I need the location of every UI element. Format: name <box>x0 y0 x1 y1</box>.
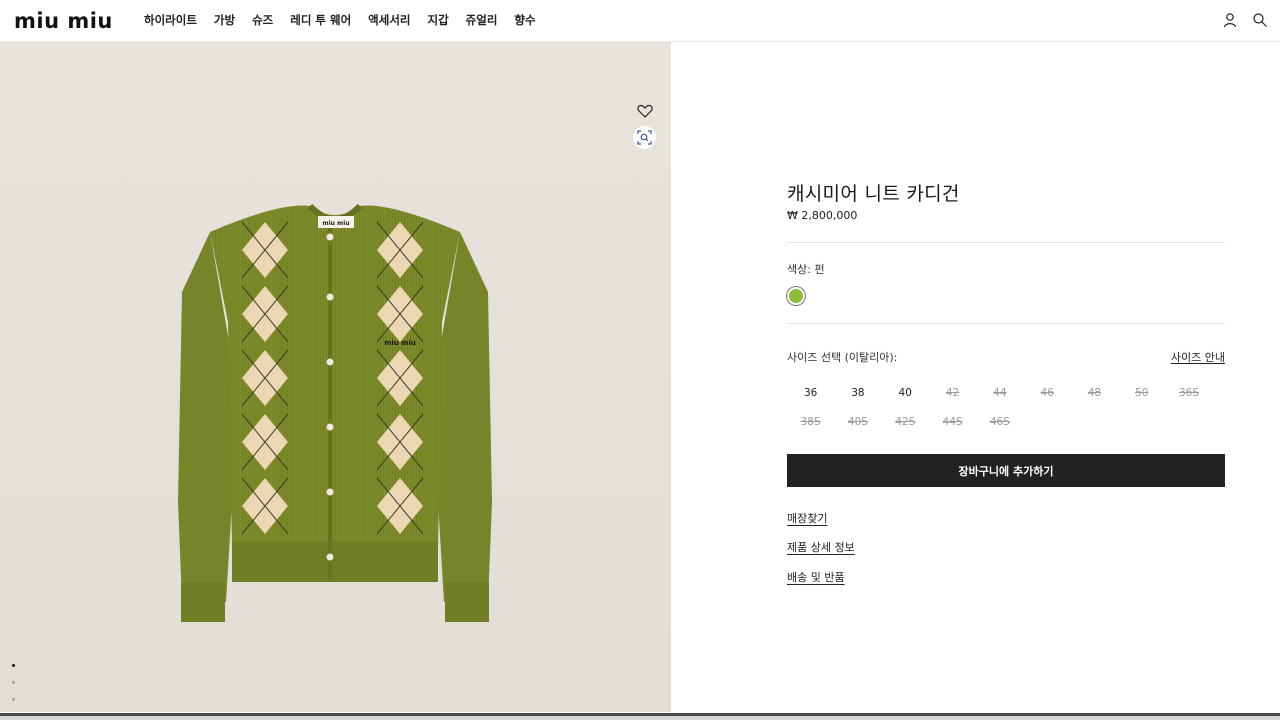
size-option-44s[interactable]: 44S <box>929 407 976 436</box>
carousel-dot[interactable] <box>12 681 15 684</box>
size-option-42[interactable]: 42 <box>929 378 976 407</box>
add-to-cart-button[interactable]: 장바구니에 추가하기 <box>787 454 1225 487</box>
header-icons <box>1222 12 1268 28</box>
scrollbar-thumb[interactable] <box>0 713 1280 716</box>
main-nav: 하이라이트 가방 슈즈 레디 투 웨어 액세서리 지갑 쥬얼리 향수 <box>144 12 553 28</box>
nav-item-wallets[interactable]: 지갑 <box>428 12 449 28</box>
heart-icon[interactable] <box>636 102 654 120</box>
scan-zoom-icon <box>637 130 652 145</box>
brand-logo[interactable]: miu miu <box>14 9 113 33</box>
nav-item-fragrance[interactable]: 향수 <box>514 12 535 28</box>
divider <box>787 323 1225 324</box>
size-label: 사이즈 선택 (이탈리아): <box>787 351 898 364</box>
product-details-link[interactable]: 제품 상세 정보 <box>787 539 855 555</box>
nav-item-bags[interactable]: 가방 <box>214 12 235 28</box>
size-guide-link[interactable]: 사이즈 안내 <box>1171 349 1225 365</box>
size-option-36s[interactable]: 36S <box>1165 378 1212 407</box>
carousel-dot[interactable] <box>12 698 15 701</box>
size-option-38s[interactable]: 38S <box>787 407 834 436</box>
color-label: 색상: 펀 <box>787 263 825 276</box>
carousel-dot[interactable] <box>12 664 15 667</box>
size-option-38[interactable]: 38 <box>834 378 881 407</box>
size-option-50[interactable]: 50 <box>1118 378 1165 407</box>
size-option-46[interactable]: 46 <box>1023 378 1070 407</box>
size-option-48[interactable]: 48 <box>1071 378 1118 407</box>
search-icon[interactable] <box>1252 12 1268 28</box>
size-option-36[interactable]: 36 <box>787 378 834 407</box>
product-price: ₩ 2,800,000 <box>787 209 858 222</box>
color-swatch-fern[interactable] <box>787 287 805 305</box>
shipping-returns-link[interactable]: 배송 및 반품 <box>787 569 845 585</box>
store-locator-link[interactable]: 매장찾기 <box>787 510 827 526</box>
nav-item-shoes[interactable]: 슈즈 <box>252 12 273 28</box>
nav-item-jewelry[interactable]: 쥬얼리 <box>466 12 498 28</box>
size-option-42s[interactable]: 42S <box>882 407 929 436</box>
nav-item-highlights[interactable]: 하이라이트 <box>144 12 197 28</box>
site-header: miu miu 하이라이트 가방 슈즈 레디 투 웨어 액세서리 지갑 쥬얼리 … <box>0 0 1280 42</box>
size-options: 36 38 40 42 44 46 48 50 36S 38S 40S 42S 44S 46S <box>787 378 1225 436</box>
zoom-button[interactable] <box>633 126 656 149</box>
size-option-40s[interactable]: 40S <box>834 407 881 436</box>
divider <box>787 242 1225 243</box>
chest-logo-text: miu miu <box>384 339 416 347</box>
product-image-panel[interactable]: miu miu miu miu <box>0 42 671 712</box>
size-option-44[interactable]: 44 <box>976 378 1023 407</box>
product-title: 캐시미어 니트 카디건 <box>787 183 960 205</box>
account-icon[interactable] <box>1222 12 1238 28</box>
carousel-dots <box>12 664 15 712</box>
nav-item-accessories[interactable]: 액세서리 <box>368 12 410 28</box>
size-option-40[interactable]: 40 <box>882 378 929 407</box>
nav-item-ready-to-wear[interactable]: 레디 투 웨어 <box>290 12 351 28</box>
product-image-cardigan: miu miu miu miu <box>178 203 492 622</box>
size-option-46s[interactable]: 46S <box>976 407 1023 436</box>
label-tag-text: miu miu <box>322 220 349 227</box>
